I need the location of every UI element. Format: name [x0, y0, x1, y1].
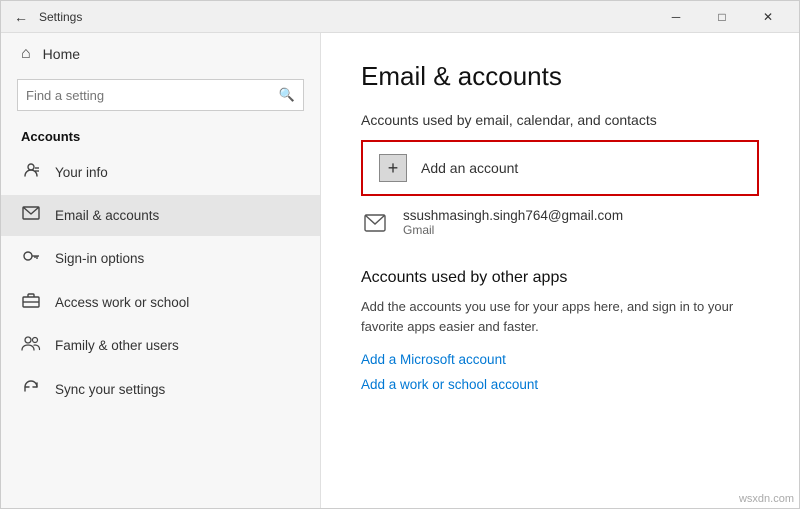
key-icon [21, 247, 41, 270]
sidebar-item-your-info[interactable]: Your info [1, 150, 320, 195]
sidebar-item-sign-in-label: Sign-in options [55, 251, 144, 266]
section2-title: Accounts used by other apps [361, 269, 759, 287]
watermark: wsxdn.com [739, 493, 794, 505]
envelope-icon [21, 206, 41, 225]
sidebar-item-work-school-label: Access work or school [55, 295, 189, 310]
page-title: Email & accounts [361, 61, 759, 92]
email-account-icon [361, 209, 389, 237]
add-work-school-account-link[interactable]: Add a work or school account [361, 377, 759, 392]
person-lines-icon [21, 161, 41, 184]
sidebar-item-email-accounts-label: Email & accounts [55, 208, 159, 223]
sidebar-section-title: Accounts [1, 121, 320, 150]
add-account-label: Add an account [421, 160, 518, 176]
add-microsoft-account-link[interactable]: Add a Microsoft account [361, 352, 759, 367]
close-button[interactable]: ✕ [745, 1, 791, 33]
sidebar-item-family[interactable]: Family & other users [1, 324, 320, 367]
section2-description: Add the accounts you use for your apps h… [361, 297, 759, 336]
window-controls: ─ □ ✕ [653, 1, 791, 33]
minimize-button[interactable]: ─ [653, 1, 699, 33]
home-icon: ⌂ [21, 45, 31, 63]
search-input[interactable] [26, 88, 279, 103]
sidebar-item-sign-in[interactable]: Sign-in options [1, 236, 320, 281]
sidebar-item-sync-label: Sync your settings [55, 382, 165, 397]
account-type: Gmail [403, 223, 623, 237]
window-title: Settings [39, 10, 653, 24]
sidebar-item-your-info-label: Your info [55, 165, 108, 180]
sidebar-item-sync[interactable]: Sync your settings [1, 367, 320, 412]
add-account-button[interactable]: + Add an account [361, 140, 759, 196]
maximize-button[interactable]: □ [699, 1, 745, 33]
sidebar: ⌂ Home 🔍 Accounts Your info [1, 33, 321, 508]
sync-icon [21, 378, 41, 401]
home-label: Home [43, 46, 80, 62]
briefcase-icon [21, 292, 41, 313]
sidebar-item-work-school[interactable]: Access work or school [1, 281, 320, 324]
content-area: ⌂ Home 🔍 Accounts Your info [1, 33, 799, 508]
account-item[interactable]: ssushmasingh.singh764@gmail.com Gmail [361, 198, 759, 247]
sidebar-item-family-label: Family & other users [55, 338, 179, 353]
titlebar: ← Settings ─ □ ✕ [1, 1, 799, 33]
back-button[interactable]: ← [9, 5, 33, 29]
search-box[interactable]: 🔍 [17, 79, 304, 111]
sidebar-item-home[interactable]: ⌂ Home [1, 33, 320, 75]
sidebar-item-email-accounts[interactable]: Email & accounts [1, 195, 320, 236]
plus-icon: + [379, 154, 407, 182]
people-icon [21, 335, 41, 356]
main-content: Email & accounts Accounts used by email,… [321, 33, 799, 508]
search-icon: 🔍 [279, 87, 295, 103]
section1-label: Accounts used by email, calendar, and co… [361, 112, 759, 128]
account-email: ssushmasingh.singh764@gmail.com [403, 208, 623, 223]
account-details: ssushmasingh.singh764@gmail.com Gmail [403, 208, 623, 237]
settings-window: ← Settings ─ □ ✕ ⌂ Home 🔍 [0, 0, 800, 509]
